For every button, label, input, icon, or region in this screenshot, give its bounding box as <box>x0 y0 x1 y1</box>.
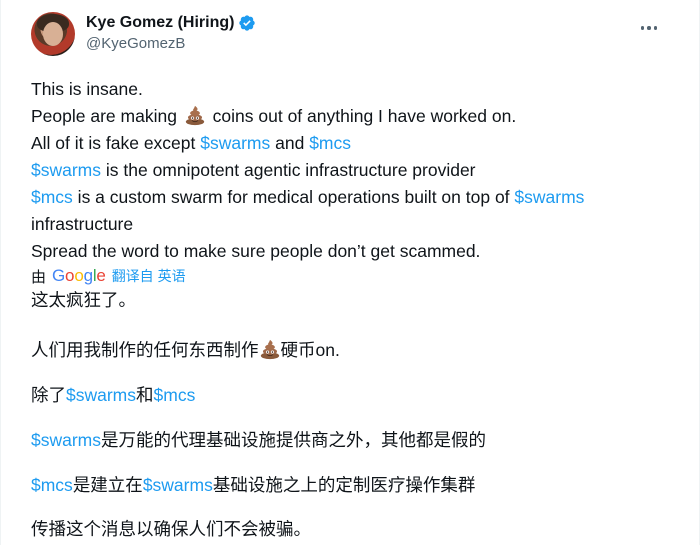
cashtag-link[interactable]: $swarms <box>31 430 101 450</box>
text-line: Spread the word to make sure people don’… <box>31 238 671 265</box>
more-dot <box>653 26 658 30</box>
text-segment: 除了 <box>31 385 66 405</box>
author-handle[interactable]: @KyeGomezB <box>86 34 256 54</box>
text-segment: 硬币on. <box>280 340 340 360</box>
cashtag-link[interactable]: $swarms <box>514 187 584 207</box>
text-line: 人们用我制作的任何东西制作 硬币on. <box>31 336 340 364</box>
text-line: $swarms是万能的代理基础设施提供商之外，其他都是假的 <box>31 426 486 454</box>
more-icon[interactable] <box>637 18 661 38</box>
text-segment: 传播这个消息以确保人们不会被骗。 <box>31 519 311 539</box>
pile-of-poo-emoji-icon <box>260 339 279 360</box>
cashtag-link[interactable]: $swarms <box>143 475 213 495</box>
text-line: This is insane. <box>31 76 671 103</box>
text-line: All of it is fake except $swarms and $mc… <box>31 130 671 157</box>
text-segment: People are making <box>31 106 182 126</box>
text-segment: 人们用我制作的任何东西制作 <box>31 340 259 360</box>
cashtag-link[interactable]: $swarms <box>31 160 101 180</box>
text-line: 这太疯狂了。 <box>31 286 136 314</box>
author-name-row[interactable]: Kye Gomez (Hiring) <box>86 13 256 33</box>
text-segment: Spread the word to make sure people don’… <box>31 241 481 261</box>
verified-badge-icon <box>239 15 256 31</box>
text-segment: and <box>270 133 310 153</box>
tweet-original-text: This is insane. People are making coins … <box>31 76 671 265</box>
translated-by-label: 由 <box>31 268 47 286</box>
text-segment: infrastructure <box>31 214 134 234</box>
author-block: Kye Gomez (Hiring) @KyeGomezB <box>86 13 256 54</box>
google-logo: Google <box>52 266 106 285</box>
text-segment: 基础设施之上的定制医疗操作集群 <box>212 475 476 495</box>
text-segment: 这太疯狂了。 <box>31 290 136 310</box>
cashtag-link[interactable]: $mcs <box>154 385 196 405</box>
text-segment: is a custom swarm for medical operations… <box>72 187 515 207</box>
avatar-face <box>43 22 63 46</box>
text-segment: This is insane. <box>31 79 143 99</box>
text-line: $swarms is the omnipotent agentic infras… <box>31 157 671 184</box>
avatar[interactable] <box>31 12 75 56</box>
text-line: 除了$swarms和$mcs <box>31 381 195 409</box>
text-line: $mcs is a custom swarm for medical opera… <box>31 184 671 211</box>
pile-of-poo-emoji-icon <box>185 105 204 126</box>
translation-attribution: 由 Google 翻译自 英语 <box>31 264 186 288</box>
author-display-name[interactable]: Kye Gomez (Hiring) <box>86 13 234 33</box>
cashtag-link[interactable]: $mcs <box>31 187 73 207</box>
text-segment: 是建立在 <box>72 475 143 495</box>
cashtag-link[interactable]: $swarms <box>66 385 136 405</box>
text-segment: 是万能的代理基础设施提供商之外，其他都是假的 <box>101 430 487 450</box>
text-segment: is the omnipotent agentic infrastructure… <box>101 160 476 180</box>
text-segment: 和 <box>136 385 154 405</box>
tweet-card: Kye Gomez (Hiring) @KyeGomezB This is in… <box>0 0 700 545</box>
text-line: 传播这个消息以确保人们不会被骗。 <box>31 515 311 543</box>
cashtag-link[interactable]: $mcs <box>31 475 73 495</box>
text-line: infrastructure <box>31 211 671 238</box>
more-dot <box>640 26 645 30</box>
cashtag-link[interactable]: $mcs <box>309 133 351 153</box>
translated-from-link[interactable]: 翻译自 英语 <box>112 266 186 286</box>
text-line: People are making coins out of anything … <box>31 103 671 130</box>
cashtag-link[interactable]: $swarms <box>200 133 270 153</box>
tweet-header: Kye Gomez (Hiring) @KyeGomezB <box>31 12 671 58</box>
text-segment: All of it is fake except <box>31 133 201 153</box>
text-segment: coins out of anything I have worked on. <box>207 106 517 126</box>
text-line: $mcs是建立在$swarms基础设施之上的定制医疗操作集群 <box>31 471 475 499</box>
more-dot <box>647 26 651 30</box>
